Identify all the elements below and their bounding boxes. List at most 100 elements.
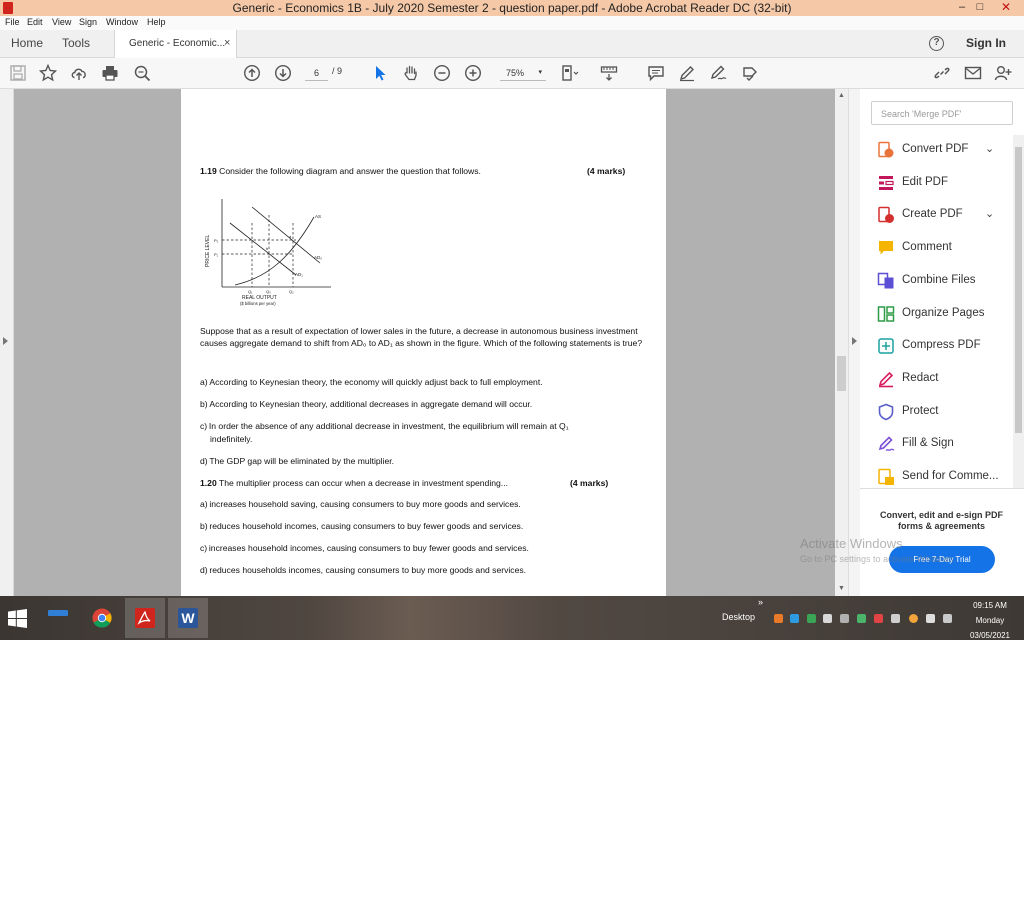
q0-label: Q₀ — [266, 289, 271, 294]
menu-sign[interactable]: Sign — [79, 17, 97, 27]
upload-cloud-icon[interactable] — [70, 64, 88, 82]
close-button[interactable]: ✕ — [992, 0, 1020, 16]
activate-windows-subtext: Go to PC settings to activate Windows. — [800, 554, 956, 564]
help-icon[interactable]: ? — [929, 36, 944, 51]
tool-label: Combine Files — [902, 273, 976, 286]
scroll-mode-icon[interactable] — [600, 64, 618, 82]
zoom-search-icon[interactable] — [133, 64, 151, 82]
page-number-input[interactable]: 6 — [305, 65, 328, 81]
scroll-up-icon[interactable]: ▲ — [838, 92, 845, 99]
tool-fill-sign[interactable]: Fill & Sign — [860, 429, 1012, 459]
tray-app-icon[interactable] — [790, 614, 799, 623]
tool-combine-files[interactable]: Combine Files — [860, 266, 1012, 296]
scrollbar-thumb[interactable] — [837, 356, 846, 391]
tools-search-input[interactable]: Search 'Merge PDF' — [871, 101, 1013, 125]
organize-pages-icon — [877, 305, 895, 323]
print-icon[interactable] — [101, 64, 119, 82]
tray-app-icon[interactable] — [774, 614, 783, 623]
question-text: The multiplier process can occur when a … — [218, 478, 508, 488]
tray-app-icon[interactable] — [909, 614, 918, 623]
tab-document[interactable]: Generic - Economic... × — [114, 30, 237, 58]
tool-label: Edit PDF — [902, 175, 949, 188]
zoom-in-icon[interactable] — [464, 64, 482, 82]
tool-comment[interactable]: Comment — [860, 233, 1012, 263]
sign-in-button[interactable]: Sign In — [966, 36, 1006, 50]
zoom-level-select[interactable]: 75% ▾ — [500, 65, 546, 81]
desktop-toolbar-label[interactable]: Desktop — [722, 612, 755, 622]
page-down-icon[interactable] — [274, 64, 292, 82]
menu-help[interactable]: Help — [147, 17, 166, 27]
acrobat-icon[interactable] — [125, 598, 165, 638]
redact-icon — [877, 370, 895, 388]
highlight-pen-icon[interactable] — [678, 64, 696, 82]
tool-compress-pdf[interactable]: Compress PDF — [860, 331, 1012, 361]
select-arrow-icon[interactable] — [371, 64, 389, 82]
word-glyph: W — [178, 608, 198, 628]
document-scrollbar[interactable]: ▲ ▼ — [835, 89, 848, 596]
tool-protect[interactable]: Protect — [860, 397, 1012, 427]
menu-edit[interactable]: Edit — [27, 17, 43, 27]
tab-home[interactable]: Home — [11, 36, 43, 50]
save-icon[interactable] — [9, 64, 27, 82]
maximize-button[interactable]: □ — [966, 0, 994, 16]
tab-close-icon[interactable]: × — [224, 37, 230, 49]
add-user-icon[interactable] — [994, 64, 1012, 82]
taskbar-clock[interactable]: 09:15 AM Monday 03/05/2021 — [962, 598, 1018, 640]
start-windows-icon[interactable] — [8, 609, 27, 628]
page-fit-icon[interactable] — [561, 64, 579, 82]
link-icon[interactable] — [933, 64, 951, 82]
menu-window[interactable]: Window — [106, 17, 138, 27]
activate-windows-watermark: Activate Windows — [800, 536, 903, 551]
point-b-label: b — [266, 246, 269, 251]
right-panel-toggle[interactable] — [848, 89, 860, 596]
scrollbar-thumb[interactable] — [1015, 147, 1022, 433]
question-text: Consider the following diagram and answe… — [219, 166, 481, 176]
taskbar-chevron[interactable]: » — [758, 597, 763, 607]
email-icon[interactable] — [964, 64, 982, 82]
tab-tools[interactable]: Tools — [62, 36, 90, 50]
tray-app-icon[interactable] — [857, 614, 866, 623]
hand-icon[interactable] — [402, 64, 420, 82]
chrome-icon[interactable] — [82, 598, 122, 638]
tool-label: Protect — [902, 404, 939, 417]
chevron-right-icon — [3, 337, 8, 345]
acrobat-glyph — [135, 608, 155, 628]
chevron-down-icon[interactable]: ⌄ — [985, 207, 994, 220]
ad-as-diagram: PRICE LEVEL REAL OUTPUT ($ billions per … — [205, 199, 331, 306]
news-app-icon[interactable] — [38, 598, 78, 638]
zoom-out-icon[interactable] — [433, 64, 451, 82]
tool-label: Compress PDF — [902, 339, 981, 352]
tray-drive-icon[interactable] — [807, 614, 816, 623]
option-20-a: a) increases household saving, causing c… — [200, 499, 521, 509]
volume-icon[interactable] — [891, 614, 900, 623]
question-1-20: 1.20 The multiplier process can occur wh… — [200, 478, 508, 489]
left-panel-toggle[interactable] — [0, 89, 14, 596]
zoom-level-value: 75% — [506, 68, 525, 78]
sign-icon[interactable] — [709, 64, 727, 82]
more-tools-icon[interactable] — [741, 64, 759, 82]
tab-document-label: Generic - Economic... — [129, 38, 226, 49]
menu-view[interactable]: View — [52, 17, 71, 27]
word-icon[interactable]: W — [168, 598, 208, 638]
tray-app-icon[interactable] — [874, 614, 883, 623]
document-viewer[interactable]: 1.19 Consider the following diagram and … — [14, 89, 835, 596]
tools-scrollbar[interactable] — [1013, 135, 1024, 488]
bookmark-star-icon[interactable] — [38, 63, 58, 82]
protect-icon — [877, 403, 895, 421]
tool-redact[interactable]: Redact — [860, 364, 1012, 394]
tool-edit-pdf[interactable]: Edit PDF — [860, 168, 1012, 198]
tool-create-pdf[interactable]: Create PDF ⌄ — [860, 200, 1012, 230]
question-paragraph: Suppose that as a result of expectation … — [200, 326, 643, 349]
network-icon[interactable] — [926, 614, 935, 623]
tray-app-icon[interactable] — [823, 614, 832, 623]
chevron-down-icon[interactable]: ⌄ — [985, 142, 994, 155]
scroll-down-icon[interactable]: ▼ — [838, 585, 845, 592]
tool-convert-pdf[interactable]: Convert PDF ⌄ — [860, 135, 1012, 165]
tool-organize-pages[interactable]: Organize Pages — [860, 299, 1012, 329]
comment-icon[interactable] — [647, 64, 665, 82]
menu-file[interactable]: File — [5, 17, 20, 27]
tray-app-icon[interactable] — [840, 614, 849, 623]
page-up-icon[interactable] — [243, 64, 261, 82]
ad0-label: AD₀ — [314, 255, 322, 260]
speaker-icon[interactable] — [943, 614, 952, 623]
